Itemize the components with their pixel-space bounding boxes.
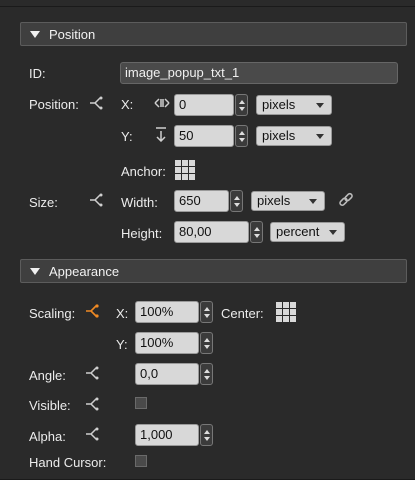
hand-cursor-label: Hand Cursor:: [29, 455, 107, 470]
alpha-input[interactable]: 1,000: [135, 424, 199, 446]
chevron-down-icon: [316, 134, 324, 139]
scaling-x-label: X:: [116, 306, 129, 321]
size-label: Size:: [29, 195, 58, 210]
hand-cursor-checkbox[interactable]: [135, 455, 147, 467]
link-icon-alpha[interactable]: [84, 427, 100, 441]
anchor-label: Anchor:: [121, 164, 166, 179]
scaling-y-label: Y:: [116, 337, 128, 352]
link-icon-size[interactable]: [88, 193, 104, 207]
width-stepper[interactable]: [230, 190, 243, 212]
visible-checkbox[interactable]: [135, 397, 147, 409]
scaling-label: Scaling:: [29, 306, 76, 321]
position-section-header[interactable]: Position: [20, 22, 407, 46]
position-y-input[interactable]: 50: [174, 125, 234, 147]
appearance-section-title: Appearance: [49, 263, 120, 279]
center-label: Center:: [221, 306, 264, 321]
position-y-unit-dropdown[interactable]: pixels: [256, 126, 332, 146]
appearance-section-header[interactable]: Appearance: [20, 259, 407, 283]
horizontal-arrows-icon: [154, 98, 170, 108]
collapse-triangle-icon: [30, 30, 40, 38]
width-label: Width:: [121, 195, 158, 210]
scaling-y-stepper[interactable]: [200, 332, 213, 354]
alpha-label: Alpha:: [29, 429, 66, 444]
anchor-grid-icon[interactable]: [175, 160, 195, 180]
angle-input[interactable]: 0,0: [135, 363, 199, 385]
width-input[interactable]: 650: [174, 190, 229, 212]
chevron-down-icon: [309, 199, 317, 204]
scaling-x-stepper[interactable]: [200, 301, 213, 323]
top-divider: [0, 6, 415, 7]
id-label: ID:: [29, 66, 46, 81]
scaling-y-input[interactable]: 100%: [135, 332, 199, 354]
position-y-label: Y:: [121, 129, 133, 144]
scaling-x-input[interactable]: 100%: [135, 301, 199, 323]
width-unit-dropdown[interactable]: pixels: [251, 191, 325, 211]
link-icon-visible[interactable]: [84, 397, 100, 411]
center-grid-icon[interactable]: [276, 302, 296, 322]
position-section-title: Position: [49, 26, 96, 42]
position-label: Position:: [29, 97, 79, 112]
vertical-arrows-icon: [156, 127, 166, 142]
position-x-unit-dropdown[interactable]: pixels: [256, 95, 332, 115]
angle-stepper[interactable]: [200, 363, 213, 385]
chevron-down-icon: [329, 230, 337, 235]
alpha-stepper[interactable]: [200, 424, 213, 446]
link-icon-position[interactable]: [88, 96, 104, 110]
chevron-down-icon: [316, 103, 324, 108]
chain-link-icon[interactable]: [338, 192, 354, 208]
link-icon-angle[interactable]: [84, 366, 100, 380]
collapse-triangle-icon: [30, 267, 40, 275]
angle-label: Angle:: [29, 368, 66, 383]
position-x-stepper[interactable]: [235, 94, 248, 116]
link-icon-scaling[interactable]: [84, 304, 100, 318]
position-x-input[interactable]: 0: [174, 94, 234, 116]
position-y-stepper[interactable]: [235, 125, 248, 147]
id-field[interactable]: image_popup_txt_1: [120, 62, 398, 84]
visible-label: Visible:: [29, 398, 71, 413]
position-x-label: X:: [121, 97, 134, 112]
width-unit-value: pixels: [257, 193, 291, 208]
height-unit-value: percent: [276, 224, 320, 239]
height-label: Height:: [121, 226, 163, 241]
position-y-unit-value: pixels: [262, 128, 296, 143]
height-unit-dropdown[interactable]: percent: [270, 222, 345, 242]
height-stepper[interactable]: [250, 221, 263, 243]
height-input[interactable]: 80,00: [174, 221, 249, 243]
position-x-unit-value: pixels: [262, 97, 296, 112]
